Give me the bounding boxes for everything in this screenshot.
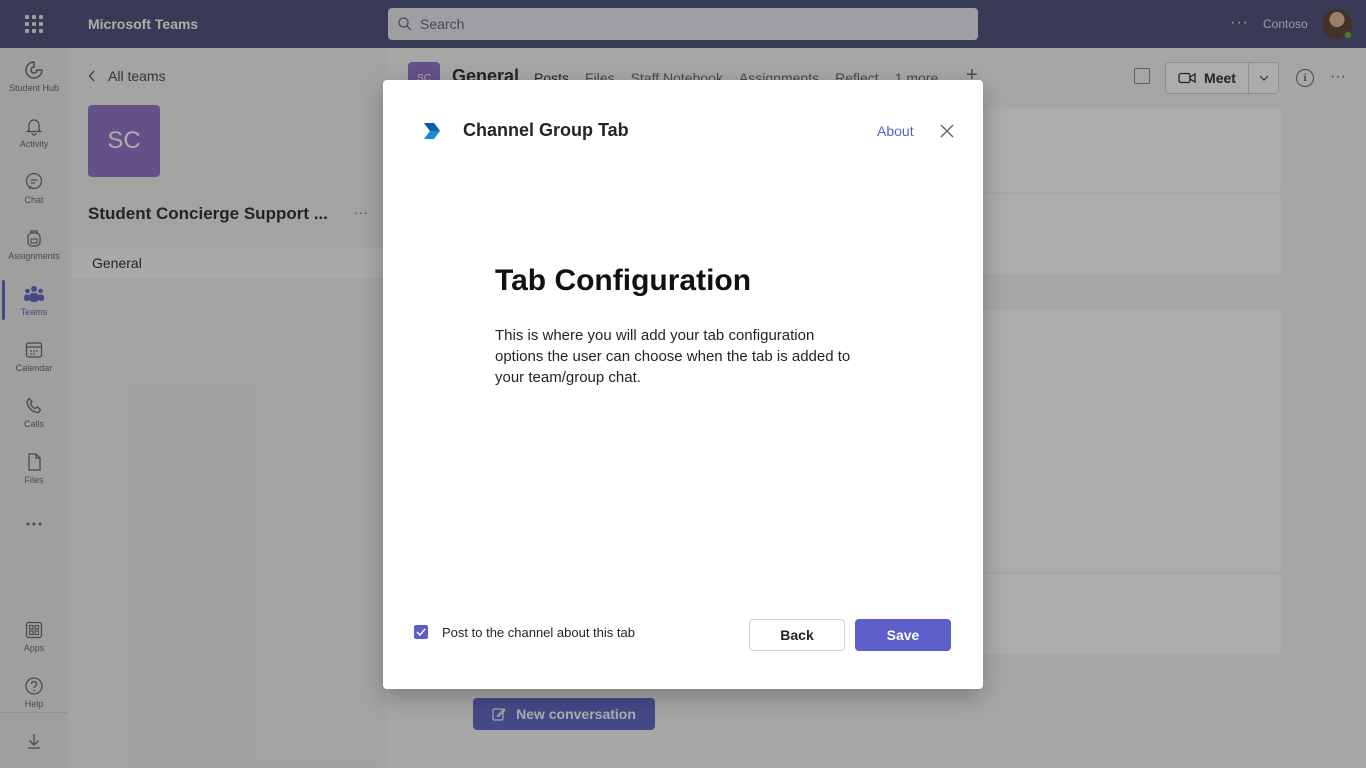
close-icon[interactable] <box>939 123 955 139</box>
app-logo-icon <box>424 123 440 139</box>
dialog-title: Channel Group Tab <box>463 120 629 140</box>
config-description: This is where you will add your tab conf… <box>495 327 851 386</box>
back-button[interactable]: Back <box>749 619 845 651</box>
config-heading: Tab Configuration <box>495 264 752 297</box>
checkmark-icon <box>416 628 426 636</box>
tab-config-dialog: Channel Group Tab About Tab Configuratio… <box>383 80 983 689</box>
post-to-channel-label[interactable]: Post to the channel about this tab <box>442 625 635 640</box>
about-link[interactable]: About <box>877 123 914 139</box>
save-button[interactable]: Save <box>855 619 951 651</box>
post-to-channel-checkbox[interactable] <box>414 625 428 639</box>
